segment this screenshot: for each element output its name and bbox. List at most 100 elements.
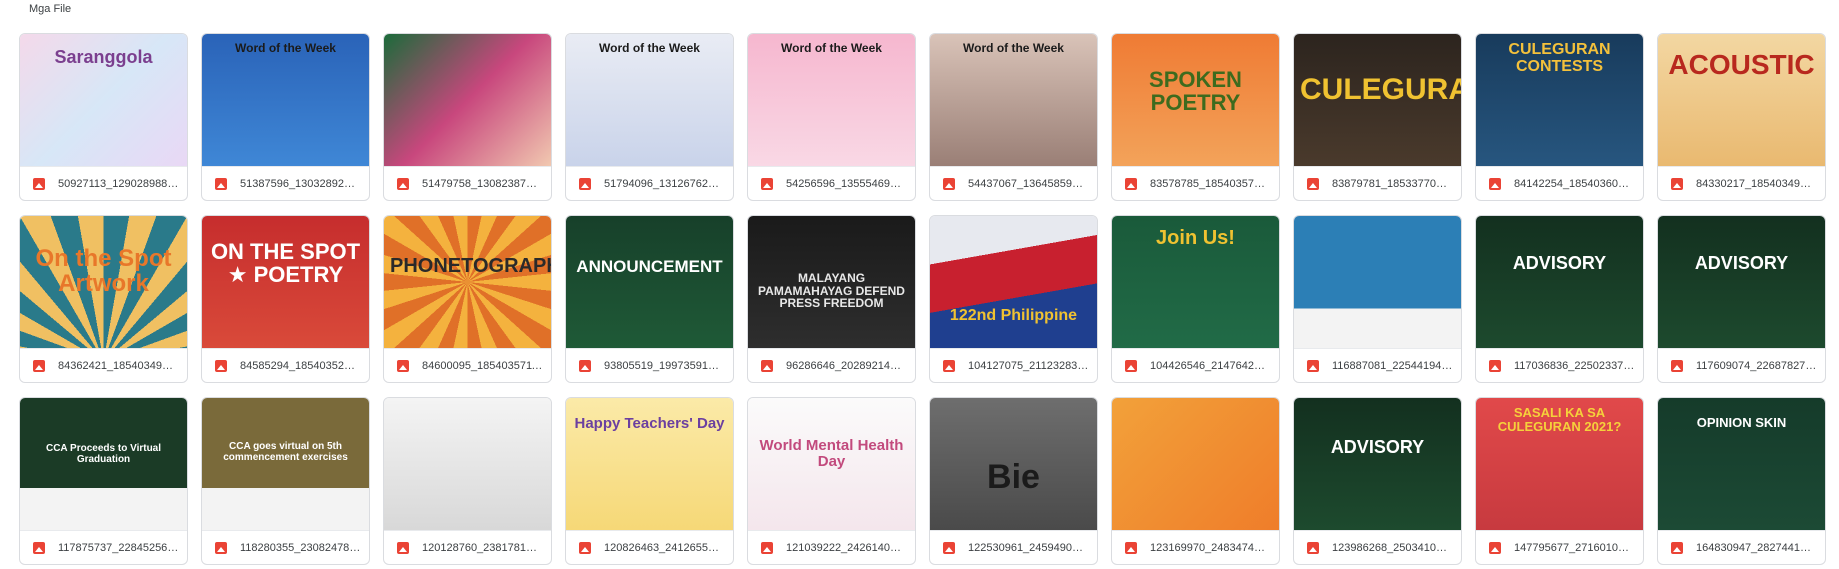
file-card[interactable]: World Mental Health Day 121039222_2426140…: [747, 397, 916, 565]
file-card[interactable]: SPOKEN POETRY 83578785_18540357213...: [1111, 33, 1280, 201]
file-thumbnail[interactable]: Word of the Week: [202, 34, 369, 166]
file-card[interactable]: CULEGURAN CONTESTS 84142254_18540360880..…: [1475, 33, 1644, 201]
file-card[interactable]: ANNOUNCEMENT 93805519_19973591803...: [565, 215, 734, 383]
file-card[interactable]: Saranggola 50927113_12902898810...: [19, 33, 188, 201]
file-caption[interactable]: 121039222_2426140910...: [748, 530, 915, 564]
file-card[interactable]: ADVISORY 117036836_2250233738...: [1475, 215, 1644, 383]
file-caption[interactable]: 54256596_13555469012...: [748, 166, 915, 200]
file-caption[interactable]: 123986268_2503410296...: [1294, 530, 1461, 564]
file-thumbnail[interactable]: CCA goes virtual on 5th commencement exe…: [202, 398, 369, 530]
file-caption[interactable]: 104127075_2112328365...: [930, 348, 1097, 382]
file-card[interactable]: ON THE SPOT ★ POETRY 84585294_18540352347…: [201, 215, 370, 383]
file-caption[interactable]: 104426546_2147642842...: [1112, 348, 1279, 382]
file-caption[interactable]: 84142254_18540360880...: [1476, 166, 1643, 200]
file-thumbnail[interactable]: Word of the Week: [748, 34, 915, 166]
file-card[interactable]: OPINION SKIN 164830947_2827441704...: [1657, 397, 1826, 565]
file-thumbnail[interactable]: ACOUSTIC: [1658, 34, 1825, 166]
file-caption[interactable]: 117875737_2284525668...: [20, 530, 187, 564]
file-caption[interactable]: 118280355_2308247859...: [202, 530, 369, 564]
file-thumbnail[interactable]: [1294, 216, 1461, 348]
file-thumbnail[interactable]: [384, 398, 551, 530]
file-thumbnail[interactable]: Saranggola: [20, 34, 187, 166]
file-card[interactable]: MALAYANG PAMAMAHAYAG DEFEND PRESS FREEDO…: [747, 215, 916, 383]
file-caption[interactable]: 120826463_2412655965...: [566, 530, 733, 564]
file-thumbnail[interactable]: MALAYANG PAMAMAHAYAG DEFEND PRESS FREEDO…: [748, 216, 915, 348]
file-thumbnail[interactable]: CULEGURA: [1294, 34, 1461, 166]
file-thumbnail[interactable]: Word of the Week: [930, 34, 1097, 166]
file-card[interactable]: ACOUSTIC 84330217_18540349247...: [1657, 33, 1826, 201]
file-card[interactable]: Happy Teachers' Day 120826463_2412655965.…: [565, 397, 734, 565]
file-caption[interactable]: 84362421_18540349313...: [20, 348, 187, 382]
file-thumbnail[interactable]: ON THE SPOT ★ POETRY: [202, 216, 369, 348]
file-card[interactable]: SASALI KA SA CULEGURAN 2021? 147795677_27…: [1475, 397, 1644, 565]
file-card[interactable]: Word of the Week 54256596_13555469012...: [747, 33, 916, 201]
file-caption[interactable]: 116887081_2254419468...: [1294, 348, 1461, 382]
file-thumbnail[interactable]: Join Us!: [1112, 216, 1279, 348]
file-card[interactable]: Word of the Week 54437067_13645859369...: [929, 33, 1098, 201]
image-file-icon: [397, 177, 409, 190]
file-thumbnail[interactable]: ADVISORY: [1294, 398, 1461, 530]
file-caption[interactable]: 93805519_19973591803...: [566, 348, 733, 382]
thumbnail-title: ADVISORY: [1694, 253, 1789, 273]
file-caption[interactable]: 117609074_2268782783...: [1658, 348, 1825, 382]
image-file-icon: [943, 541, 955, 554]
thumbnail-title: SASALI KA SA CULEGURAN 2021?: [1497, 405, 1622, 434]
file-card[interactable]: 51479758_13082387293...: [383, 33, 552, 201]
file-caption[interactable]: 96286646_20289214572...: [748, 348, 915, 382]
file-card[interactable]: 120128760_2381781928...: [383, 397, 552, 565]
file-card[interactable]: 123169970_2483474058...: [1111, 397, 1280, 565]
file-thumbnail[interactable]: Word of the Week: [566, 34, 733, 166]
file-thumbnail[interactable]: On the Spot Artwork: [20, 216, 187, 348]
file-thumbnail[interactable]: PHONETOGRAPHY: [384, 216, 551, 348]
thumbnail-title: Saranggola: [54, 47, 153, 67]
thumbnail-title: On the Spot Artwork: [35, 245, 172, 298]
file-thumbnail[interactable]: [1112, 398, 1279, 530]
file-caption[interactable]: 84330217_18540349247...: [1658, 166, 1825, 200]
file-card[interactable]: ADVISORY 123986268_2503410296...: [1293, 397, 1462, 565]
file-caption[interactable]: 83879781_18533770847...: [1294, 166, 1461, 200]
thumbnail-title: CCA Proceeds to Virtual Graduation: [45, 443, 162, 465]
file-card[interactable]: 122nd Philippine 104127075_2112328365...: [929, 215, 1098, 383]
file-card[interactable]: CCA Proceeds to Virtual Graduation 117875…: [19, 397, 188, 565]
file-thumbnail[interactable]: Happy Teachers' Day: [566, 398, 733, 530]
file-caption[interactable]: 120128760_2381781928...: [384, 530, 551, 564]
file-caption[interactable]: 122530961_2459490990...: [930, 530, 1097, 564]
file-card[interactable]: Join Us! 104426546_2147642842...: [1111, 215, 1280, 383]
file-card[interactable]: Bie 122530961_2459490990...: [929, 397, 1098, 565]
image-file-icon: [1671, 177, 1683, 190]
file-thumbnail[interactable]: ADVISORY: [1476, 216, 1643, 348]
file-card[interactable]: 116887081_2254419468...: [1293, 215, 1462, 383]
file-thumbnail[interactable]: CULEGURAN CONTESTS: [1476, 34, 1643, 166]
file-card[interactable]: Word of the Week 51387596_13032892964...: [201, 33, 370, 201]
file-caption[interactable]: 84600095_18540357113...: [384, 348, 551, 382]
file-thumbnail[interactable]: [384, 34, 551, 166]
file-thumbnail[interactable]: World Mental Health Day: [748, 398, 915, 530]
file-thumbnail[interactable]: 122nd Philippine: [930, 216, 1097, 348]
file-thumbnail[interactable]: ADVISORY: [1658, 216, 1825, 348]
image-file-icon: [1489, 359, 1501, 372]
file-thumbnail[interactable]: OPINION SKIN: [1658, 398, 1825, 530]
file-caption[interactable]: 84585294_18540352347...: [202, 348, 369, 382]
file-caption[interactable]: 51794096_13126762921...: [566, 166, 733, 200]
file-caption[interactable]: 164830947_2827441704...: [1658, 530, 1825, 564]
file-caption[interactable]: 51479758_13082387293...: [384, 166, 551, 200]
file-caption[interactable]: 83578785_18540357213...: [1112, 166, 1279, 200]
file-thumbnail[interactable]: SASALI KA SA CULEGURAN 2021?: [1476, 398, 1643, 530]
file-caption[interactable]: 147795677_2716010795...: [1476, 530, 1643, 564]
file-caption[interactable]: 117036836_2250233738...: [1476, 348, 1643, 382]
file-caption[interactable]: 54437067_13645859369...: [930, 166, 1097, 200]
file-caption[interactable]: 50927113_12902898810...: [20, 166, 187, 200]
file-caption[interactable]: 51387596_13032892964...: [202, 166, 369, 200]
file-caption[interactable]: 123169970_2483474058...: [1112, 530, 1279, 564]
file-card[interactable]: Word of the Week 51794096_13126762921...: [565, 33, 734, 201]
file-card[interactable]: CCA goes virtual on 5th commencement exe…: [201, 397, 370, 565]
file-thumbnail[interactable]: ANNOUNCEMENT: [566, 216, 733, 348]
file-thumbnail[interactable]: SPOKEN POETRY: [1112, 34, 1279, 166]
file-card[interactable]: ADVISORY 117609074_2268782783...: [1657, 215, 1826, 383]
file-thumbnail[interactable]: CCA Proceeds to Virtual Graduation: [20, 398, 187, 530]
file-card[interactable]: PHONETOGRAPHY 84600095_18540357113...: [383, 215, 552, 383]
file-card[interactable]: CULEGURA 83879781_18533770847...: [1293, 33, 1462, 201]
thumbnail-title: Word of the Week: [781, 41, 882, 55]
file-card[interactable]: On the Spot Artwork 84362421_18540349313.…: [19, 215, 188, 383]
file-thumbnail[interactable]: Bie: [930, 398, 1097, 530]
